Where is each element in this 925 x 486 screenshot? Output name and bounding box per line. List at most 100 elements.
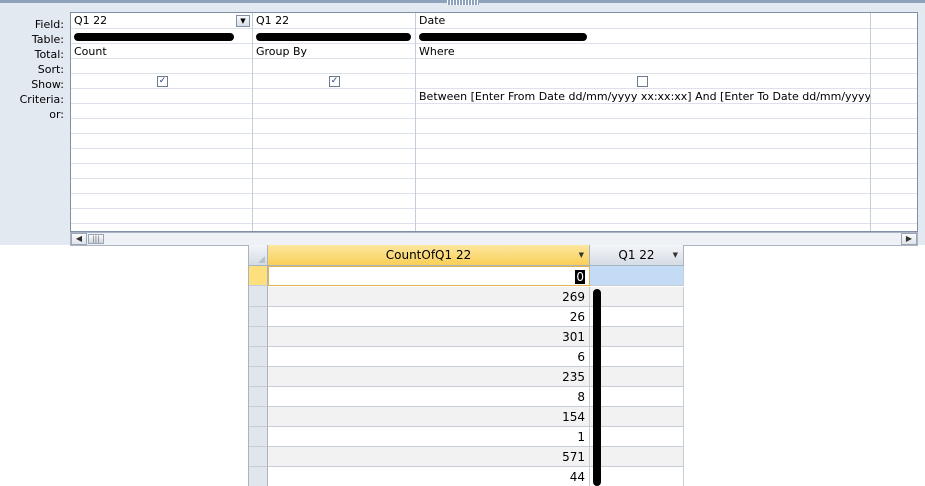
- count-cell[interactable]: 0: [268, 266, 590, 286]
- count-cell[interactable]: 301: [268, 327, 590, 347]
- show-checkbox-2[interactable]: ✓: [329, 76, 340, 87]
- empty-cell[interactable]: [71, 209, 252, 224]
- field-cell-2[interactable]: Q1 22: [253, 13, 415, 29]
- empty-cell[interactable]: [71, 119, 252, 134]
- row-selector[interactable]: [249, 447, 268, 467]
- table-cell-3[interactable]: [416, 29, 870, 44]
- empty-cell[interactable]: [71, 164, 252, 179]
- table-cell-1[interactable]: [71, 29, 252, 44]
- empty-cell[interactable]: [71, 134, 252, 149]
- row-selector[interactable]: [249, 367, 268, 387]
- show-cell-2[interactable]: ✓: [253, 74, 415, 89]
- total-cell-3[interactable]: Where: [416, 44, 870, 59]
- total-cell-1[interactable]: Count: [71, 44, 252, 59]
- show-cell-3[interactable]: [416, 74, 870, 89]
- empty-cell[interactable]: [416, 194, 870, 209]
- chevron-down-icon[interactable]: ▼: [236, 15, 250, 27]
- count-cell[interactable]: 1: [268, 427, 590, 447]
- chevron-down-icon[interactable]: ▼: [673, 245, 678, 266]
- row-selector[interactable]: [249, 327, 268, 347]
- empty-cell[interactable]: [71, 179, 252, 194]
- sort-cell-4[interactable]: [871, 59, 917, 74]
- empty-cell[interactable]: [416, 164, 870, 179]
- show-cell-1[interactable]: ✓: [71, 74, 252, 89]
- scrollbar-thumb[interactable]: |||: [88, 234, 104, 244]
- empty-cell[interactable]: [253, 164, 415, 179]
- empty-cell[interactable]: [253, 149, 415, 164]
- q1-cell[interactable]: [590, 407, 684, 427]
- table-row[interactable]: 235: [249, 367, 685, 387]
- table-row[interactable]: 571: [249, 447, 685, 467]
- empty-cell[interactable]: [871, 179, 917, 194]
- q1-cell[interactable]: [590, 307, 684, 327]
- q1-cell[interactable]: [590, 347, 684, 367]
- table-row[interactable]: 269: [249, 287, 685, 307]
- or-cell-4[interactable]: [871, 104, 917, 119]
- empty-cell[interactable]: [416, 119, 870, 134]
- row-selector[interactable]: [249, 467, 268, 486]
- q1-cell[interactable]: [590, 447, 684, 467]
- criteria-cell-2[interactable]: [253, 89, 415, 104]
- criteria-cell-4[interactable]: [871, 89, 917, 104]
- empty-cell[interactable]: [253, 134, 415, 149]
- empty-cell[interactable]: [416, 149, 870, 164]
- count-cell[interactable]: 26: [268, 307, 590, 327]
- table-cell-4[interactable]: [871, 29, 917, 44]
- empty-cell[interactable]: [871, 149, 917, 164]
- sort-cell-2[interactable]: [253, 59, 415, 74]
- empty-cell[interactable]: [253, 194, 415, 209]
- or-cell-3[interactable]: [416, 104, 870, 119]
- or-cell-1[interactable]: [71, 104, 252, 119]
- empty-cell[interactable]: [871, 194, 917, 209]
- arrow-right-icon[interactable]: ▶: [901, 233, 917, 245]
- select-all-button[interactable]: [249, 245, 268, 266]
- splitter-grip[interactable]: [447, 0, 479, 5]
- q1-cell[interactable]: [590, 427, 684, 447]
- table-row[interactable]: 1: [249, 427, 685, 447]
- empty-cell[interactable]: [871, 209, 917, 224]
- table-row[interactable]: 44: [249, 467, 685, 486]
- count-cell[interactable]: 154: [268, 407, 590, 427]
- empty-cell[interactable]: [416, 179, 870, 194]
- column-header-q1[interactable]: Q1 22 ▼: [590, 245, 684, 266]
- count-cell[interactable]: 8: [268, 387, 590, 407]
- q1-cell[interactable]: [590, 367, 684, 387]
- row-selector[interactable]: [249, 347, 268, 367]
- chevron-down-icon[interactable]: ▼: [579, 245, 584, 266]
- empty-cell[interactable]: [253, 209, 415, 224]
- empty-cell[interactable]: [71, 194, 252, 209]
- row-selector[interactable]: [249, 427, 268, 447]
- empty-cell[interactable]: [871, 119, 917, 134]
- row-selector[interactable]: [249, 407, 268, 427]
- field-cell-4[interactable]: [871, 13, 917, 29]
- count-cell[interactable]: 235: [268, 367, 590, 387]
- count-cell[interactable]: 269: [268, 287, 590, 307]
- table-row[interactable]: 8: [249, 387, 685, 407]
- table-row[interactable]: 6: [249, 347, 685, 367]
- empty-cell[interactable]: [416, 134, 870, 149]
- empty-cell[interactable]: [71, 149, 252, 164]
- table-cell-2[interactable]: [253, 29, 415, 44]
- row-selector[interactable]: [249, 287, 268, 307]
- empty-cell[interactable]: [871, 164, 917, 179]
- table-row[interactable]: 301: [249, 327, 685, 347]
- count-cell[interactable]: 44: [268, 467, 590, 486]
- table-row[interactable]: 154: [249, 407, 685, 427]
- column-header-count[interactable]: CountOfQ1 22 ▼: [268, 245, 590, 266]
- show-cell-4[interactable]: [871, 74, 917, 89]
- empty-cell[interactable]: [871, 134, 917, 149]
- row-selector[interactable]: [249, 266, 268, 286]
- row-selector[interactable]: [249, 307, 268, 327]
- show-checkbox-1[interactable]: ✓: [157, 76, 168, 87]
- q1-cell[interactable]: [590, 387, 684, 407]
- field-cell-3[interactable]: Date: [416, 13, 870, 29]
- q1-cell[interactable]: [590, 327, 684, 347]
- q1-cell[interactable]: [590, 266, 684, 286]
- total-cell-4[interactable]: [871, 44, 917, 59]
- count-cell[interactable]: 571: [268, 447, 590, 467]
- table-row[interactable]: 26: [249, 307, 685, 327]
- count-cell[interactable]: 6: [268, 347, 590, 367]
- criteria-cell-3[interactable]: Between [Enter From Date dd/mm/yyyy xx:x…: [416, 89, 870, 104]
- q1-cell[interactable]: [590, 287, 684, 307]
- empty-cell[interactable]: [416, 209, 870, 224]
